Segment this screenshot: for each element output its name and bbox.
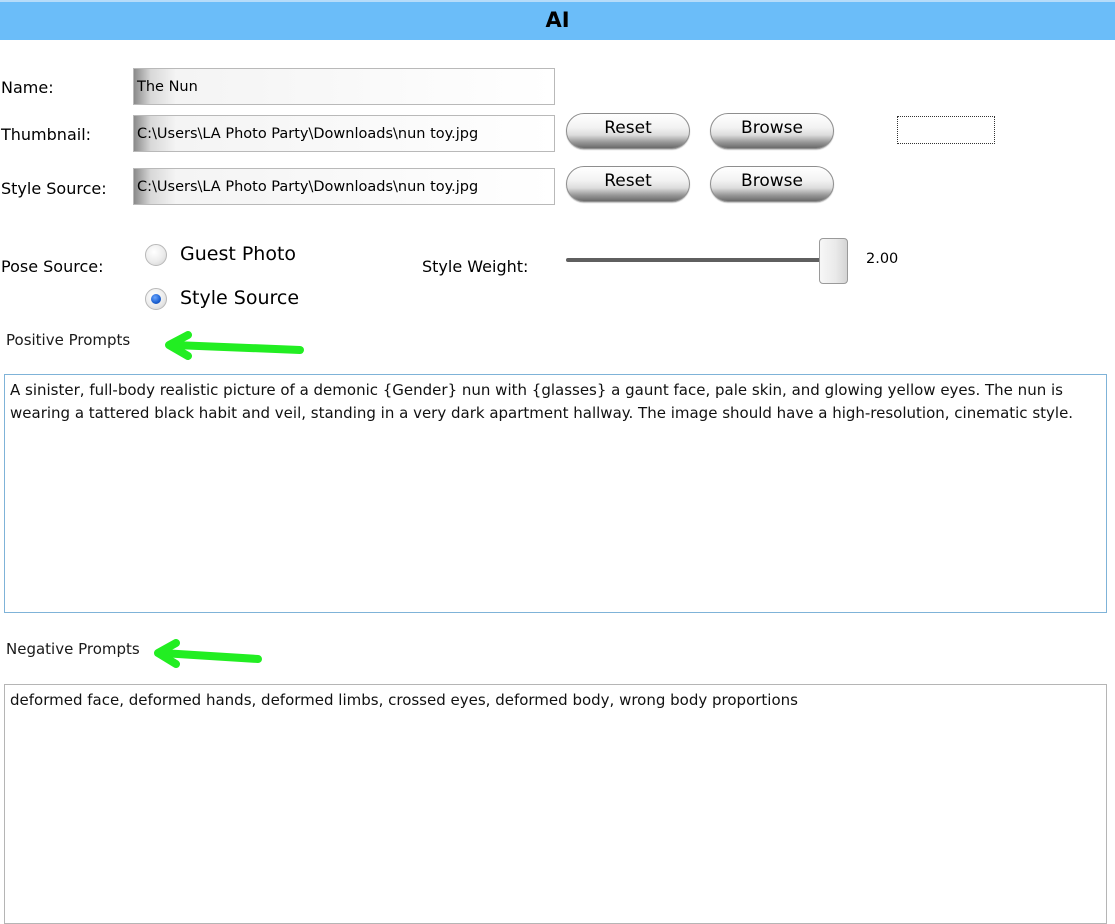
- green-arrow-annotation-icon: [154, 639, 262, 668]
- pose-guest-photo-label[interactable]: Guest Photo: [180, 243, 296, 265]
- pose-source-label: Pose Source:: [1, 257, 104, 276]
- positive-prompts-label: Positive Prompts: [6, 331, 131, 349]
- title-bar: AI: [0, 0, 1115, 40]
- thumbnail-browse-button[interactable]: Browse: [710, 113, 834, 149]
- negative-prompts-textarea[interactable]: deformed face, deformed hands, deformed …: [4, 684, 1107, 924]
- pose-guest-photo-radio[interactable]: [145, 244, 167, 266]
- pose-style-source-label[interactable]: Style Source: [180, 287, 299, 309]
- pose-style-source-radio[interactable]: [145, 288, 167, 310]
- name-field[interactable]: The Nun: [133, 68, 555, 105]
- thumbnail-label: Thumbnail:: [1, 125, 92, 144]
- style-source-label: Style Source:: [1, 179, 107, 198]
- style-weight-slider-track[interactable]: [566, 258, 834, 262]
- thumbnail-reset-button[interactable]: Reset: [566, 113, 690, 149]
- style-weight-slider-thumb[interactable]: [819, 238, 848, 284]
- name-label: Name:: [1, 78, 54, 97]
- style-weight-label: Style Weight:: [422, 257, 529, 276]
- negative-prompts-label: Negative Prompts: [6, 640, 140, 658]
- radio-selected-dot: [151, 294, 161, 304]
- window-title: AI: [545, 8, 570, 32]
- positive-prompts-textarea[interactable]: A sinister, full-body realistic picture …: [4, 374, 1107, 613]
- style-source-path-field[interactable]: C:\Users\LA Photo Party\Downloads\nun to…: [133, 168, 555, 205]
- green-arrow-annotation-icon: [165, 331, 304, 360]
- style-source-browse-button[interactable]: Browse: [710, 166, 834, 202]
- thumbnail-preview: [897, 116, 995, 144]
- style-source-reset-button[interactable]: Reset: [566, 166, 690, 202]
- style-weight-value: 2.00: [866, 251, 899, 267]
- thumbnail-path-field[interactable]: C:\Users\LA Photo Party\Downloads\nun to…: [133, 115, 555, 152]
